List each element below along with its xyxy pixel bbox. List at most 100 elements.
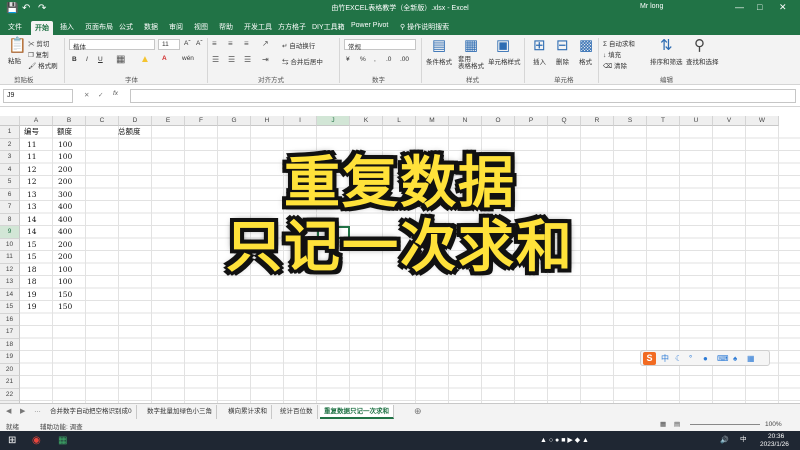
row-header-14[interactable]: 14 [0,288,20,301]
select-all-corner[interactable] [0,116,20,126]
row-header-22[interactable]: 22 [0,388,20,401]
sogou-logo-icon[interactable]: S [643,352,656,365]
cell-a7[interactable]: 13 [27,201,37,214]
row-header-7[interactable]: 7 [0,201,20,214]
conditional-format-icon[interactable]: ▤ [432,38,446,54]
cell-a12[interactable]: 18 [27,264,37,277]
row-header-9[interactable]: 9 [0,226,20,239]
cell-a2[interactable]: 11 [27,139,37,152]
align-left-icon[interactable]: ☰ [212,54,219,66]
cell-a6[interactable]: 13 [27,189,37,202]
row-header-19[interactable]: 19 [0,351,20,364]
close-icon[interactable]: ✕ [779,2,787,13]
format-painter-button[interactable]: 🖌 格式刷 [28,60,58,70]
cut-button[interactable]: ✂ 剪切 [28,38,49,48]
cell-a10[interactable]: 15 [27,239,37,252]
column-header-g[interactable]: G [218,116,251,126]
tab-insert[interactable]: 插入 [56,20,78,34]
clock-date[interactable]: 2023/1/26 [760,441,789,448]
italic-icon[interactable]: I [86,56,88,63]
ime-lang-indicator[interactable]: 中 [740,433,747,443]
align-top-icon[interactable]: ≡ [212,38,217,50]
sheet-tab-hundreds[interactable]: 统计百位数 [276,405,318,419]
cell-b6[interactable]: 300 [58,189,72,202]
sheet-tab-green-triangle[interactable]: 数字批量加绿色小三角 [143,405,217,419]
lang-icon[interactable]: 中 [661,353,669,364]
moon-icon[interactable]: ☾ [675,353,682,364]
tab-power-pivot[interactable]: Power Pivot [347,20,392,34]
cell-b1[interactable]: 额度 [57,126,72,139]
delete-cells-icon[interactable]: ⊟ [556,38,569,54]
cancel-icon[interactable]: ✕ [84,91,89,99]
cell-b9[interactable]: 400 [58,226,72,239]
format-table-icon[interactable]: ▦ [464,38,478,54]
clock-time[interactable]: 20:36 [768,433,784,440]
align-right-icon[interactable]: ☰ [244,54,251,66]
cell-a3[interactable]: 11 [27,151,37,164]
tab-page-layout[interactable]: 页面布局 [81,20,117,34]
shrink-font-icon[interactable]: Aˇ [196,40,203,47]
column-header-f[interactable]: F [185,116,218,126]
account-name[interactable]: Mr long [640,3,663,10]
name-box[interactable]: J9 [3,89,73,103]
chrome-icon[interactable]: ◉ [32,434,41,447]
column-header-d[interactable]: D [119,116,152,126]
formula-input[interactable] [130,89,796,103]
zoom-slider[interactable] [690,424,760,425]
format-as-table-button[interactable]: 套用 表格格式 [458,56,484,70]
font-color-icon[interactable]: A [162,55,167,62]
row-header-17[interactable]: 17 [0,326,20,339]
row-header-11[interactable]: 11 [0,251,20,264]
tab-diy-toolbox[interactable]: DIY工具箱 [308,20,349,34]
currency-icon[interactable]: ¥ [346,56,350,63]
orientation-icon[interactable]: ↗ [262,38,269,50]
column-header-j[interactable]: J [317,116,350,126]
tab-formulas[interactable]: 公式 [115,20,137,34]
mic-icon[interactable]: ● [703,353,708,364]
row-header-15[interactable]: 15 [0,301,20,314]
column-header-c[interactable]: C [86,116,119,126]
format-cells-button[interactable]: 格式 [579,56,592,66]
bold-icon[interactable]: B [72,56,77,63]
cell-a1[interactable]: 编号 [24,126,39,139]
excel-taskbar-icon[interactable]: ▦ [58,434,67,447]
paste-button[interactable]: 粘贴 [8,55,21,65]
format-cells-icon[interactable]: ▩ [579,38,593,54]
column-header-h[interactable]: H [251,116,284,126]
tab-view[interactable]: 视图 [190,20,212,34]
column-header-s[interactable]: S [614,116,647,126]
fill-button[interactable]: ↓ 填充 [603,49,621,59]
row-header-20[interactable]: 20 [0,363,20,376]
column-header-q[interactable]: Q [548,116,581,126]
sheet-tab-merge-zero[interactable]: 合并数字自动把空格识别成0 [46,405,137,419]
font-name-select[interactable]: 楷体 [69,39,155,51]
sort-filter-icon[interactable]: ⇅ [660,38,673,54]
merge-center-button[interactable]: ⇆ 合并后居中 [282,56,323,66]
sheet-tab-horizontal-sum[interactable]: 横向累计求和 [224,405,272,419]
add-sheet-icon[interactable]: ⊕ [414,406,422,417]
column-header-e[interactable]: E [152,116,185,126]
insert-cells-button[interactable]: 插入 [533,56,546,66]
cell-a5[interactable]: 12 [27,176,37,189]
sheet-tab-dedupe-sum[interactable]: 重复数据只记一次求和 [320,405,394,419]
copy-button[interactable]: ❐ 复制 [28,49,49,59]
row-header-13[interactable]: 13 [0,276,20,289]
align-center-icon[interactable]: ☰ [228,54,235,66]
more-sheets-icon[interactable]: … [34,407,41,414]
cell-a8[interactable]: 14 [27,214,37,227]
number-format-select[interactable]: 常规 [344,39,416,51]
column-header-p[interactable]: P [515,116,548,126]
column-header-a[interactable]: A [20,116,53,126]
tab-help[interactable]: 帮助 [215,20,237,34]
enter-icon[interactable]: ✓ [98,91,103,99]
cell-b11[interactable]: 200 [58,251,72,264]
normal-view-icon[interactable]: ▦ [660,420,666,428]
decrease-decimal-icon[interactable]: .00 [400,56,409,63]
fill-color-icon[interactable]: ▲ [140,54,150,66]
cell-a11[interactable]: 15 [27,251,37,264]
row-header-12[interactable]: 12 [0,263,20,276]
row-header-3[interactable]: 3 [0,151,20,164]
keyboard-icon[interactable]: ⌨ [717,353,729,364]
column-header-i[interactable]: I [284,116,317,126]
next-sheet-icon[interactable]: ▶ [20,407,25,415]
